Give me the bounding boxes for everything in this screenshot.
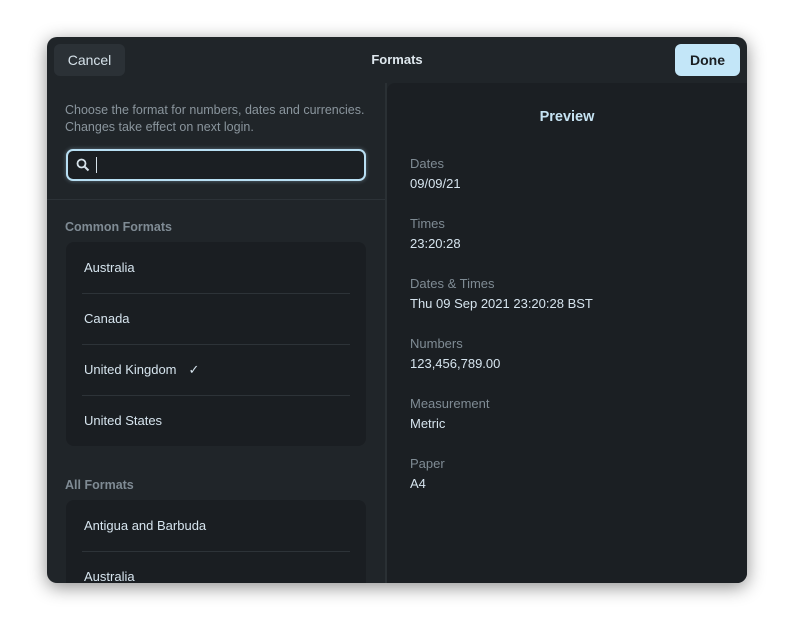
preview-value: Thu 09 Sep 2021 23:20:28 BST bbox=[410, 296, 593, 311]
preview-label: Numbers bbox=[410, 336, 463, 351]
item-label: United Kingdom bbox=[84, 362, 177, 377]
item-label: Australia bbox=[84, 260, 135, 275]
text-cursor bbox=[96, 157, 97, 173]
header-bar: Cancel Formats Done bbox=[47, 37, 747, 83]
list-item-selected[interactable]: United Kingdom ✓ bbox=[66, 344, 366, 395]
formats-dialog: Cancel Formats Done Choose the format fo… bbox=[47, 37, 747, 583]
list-item[interactable]: Australia bbox=[66, 242, 366, 293]
checkmark-icon: ✓ bbox=[188, 361, 200, 377]
common-formats-list: Australia Canada United Kingdom ✓ United … bbox=[66, 242, 366, 446]
preview-label: Times bbox=[410, 216, 445, 231]
list-item[interactable]: Australia bbox=[66, 551, 366, 583]
list-item[interactable]: Canada bbox=[66, 293, 366, 344]
preview-value: 09/09/21 bbox=[410, 176, 461, 191]
preview-dates: Dates 09/09/21 bbox=[410, 156, 461, 191]
preview-value: A4 bbox=[410, 476, 426, 491]
preview-label: Dates bbox=[410, 156, 444, 171]
preview-value: 23:20:28 bbox=[410, 236, 461, 251]
preview-panel: Preview Dates 09/09/21 Times 23:20:28 Date… bbox=[387, 83, 747, 583]
description: Choose the format for numbers, dates and… bbox=[65, 103, 365, 134]
preview-times: Times 23:20:28 bbox=[410, 216, 461, 251]
preview-dates-times: Dates & Times Thu 09 Sep 2021 23:20:28 BS… bbox=[410, 276, 593, 311]
item-label: United States bbox=[84, 413, 163, 428]
divider bbox=[47, 199, 385, 200]
preview-label: Measurement bbox=[410, 396, 490, 411]
list-item[interactable]: United States bbox=[66, 395, 366, 446]
list-item[interactable]: Antigua and Barbuda bbox=[66, 500, 366, 551]
preview-label: Paper bbox=[410, 456, 445, 471]
preview-value: Metric bbox=[410, 416, 446, 431]
done-button[interactable]: Done bbox=[675, 44, 740, 76]
formats-panel: Choose the format for numbers, dates and… bbox=[47, 83, 385, 583]
all-formats-heading: All Formats bbox=[65, 478, 134, 492]
item-label: Antigua and Barbuda bbox=[84, 518, 207, 533]
item-label: Australia bbox=[84, 569, 135, 583]
search-input[interactable] bbox=[66, 149, 366, 181]
preview-title: Preview bbox=[539, 109, 595, 125]
common-formats-heading: Common Formats bbox=[65, 220, 172, 234]
dialog-title: Formats bbox=[371, 52, 423, 67]
preview-value: 123,456,789.00 bbox=[410, 356, 501, 371]
preview-numbers: Numbers 123,456,789.00 bbox=[410, 336, 500, 371]
search-icon bbox=[76, 158, 90, 172]
preview-paper: Paper A4 bbox=[410, 456, 445, 491]
preview-label: Dates & Times bbox=[410, 276, 495, 291]
item-label: Canada bbox=[84, 311, 130, 326]
preview-measurement: Measurement Metric bbox=[410, 396, 489, 431]
all-formats-list: Antigua and Barbuda Australia bbox=[66, 500, 366, 583]
